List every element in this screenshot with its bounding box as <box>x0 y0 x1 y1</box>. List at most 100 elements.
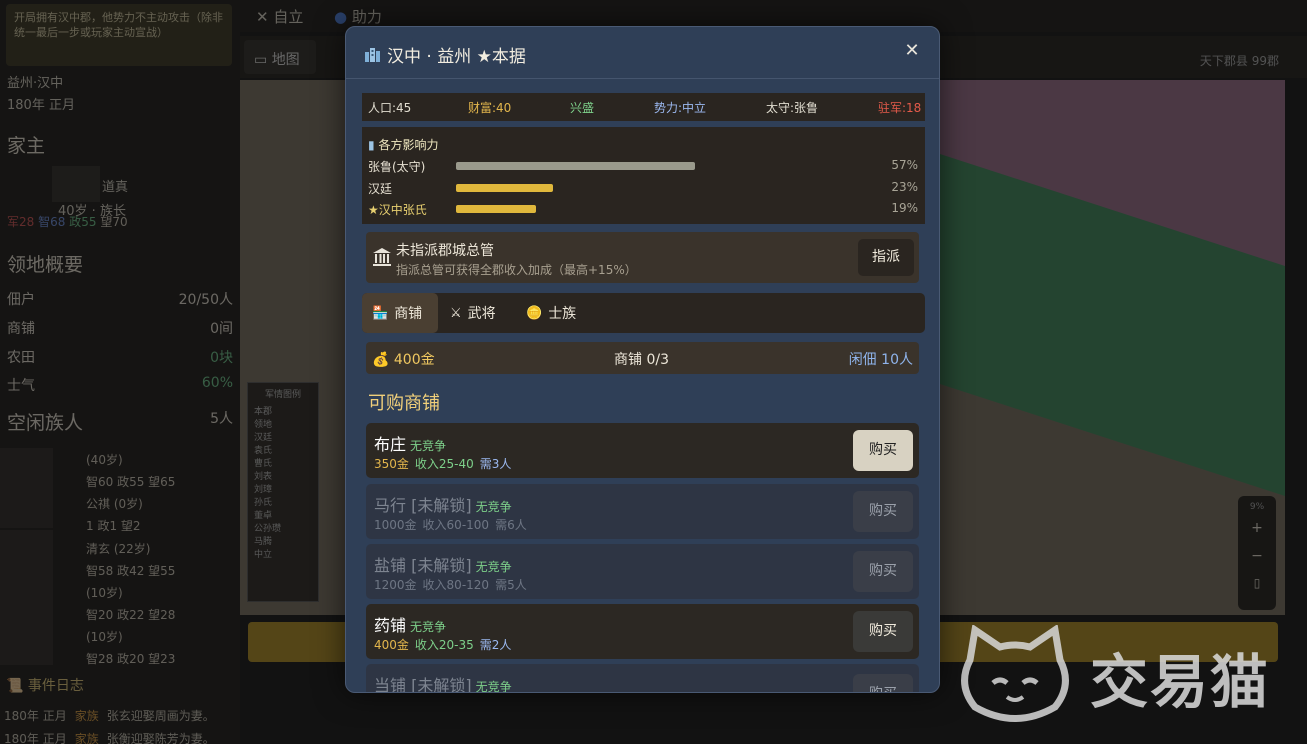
governor-desc: 指派总管可获得全郡收入加成（最高+15%） <box>396 263 637 277</box>
buy-button[interactable]: 购买 <box>853 430 913 471</box>
legend-title: 军情图例 <box>264 390 301 400</box>
dialog-header: 汉中 · 益州 ★本据 ✕ <box>346 27 939 79</box>
city-icon <box>365 48 380 62</box>
member-line: 智28 政20 望23 <box>86 652 176 666</box>
zoom-out-button[interactable]: − <box>1238 548 1276 564</box>
garrison-stat: 驻军:18 <box>878 100 922 115</box>
zoom-level: 9% <box>1249 502 1265 512</box>
city-stats-row: 人口:45 财富:40 兴盛 势力:中立 太守:张鲁 驻军:18 <box>362 93 925 121</box>
tip-box: 开局拥有汉中郡，他势力不主动攻击（除非统一最后一步或玩家主动宣战） <box>6 4 232 66</box>
buy-button[interactable]: 购买 <box>853 674 913 692</box>
governor-panel: 未指派郡城总管 指派总管可获得全郡收入加成（最高+15%） 指派 <box>366 232 919 283</box>
legend-item: 曹氏 <box>254 459 273 469</box>
member-line: 公祺 (0岁) <box>86 497 143 511</box>
member-portrait <box>0 448 53 528</box>
dialog-title: 汉中 · 益州 ★本据 <box>364 42 526 67</box>
legend-item: 公孙瓒 <box>254 524 282 534</box>
tab-gentry[interactable]: 🪙 士族 <box>516 293 586 333</box>
population-stat: 人口:45 <box>368 100 412 115</box>
governor-status: 未指派郡城总管 <box>396 243 494 259</box>
shop-name: 当铺 [未解锁] <box>374 676 472 693</box>
event-log-title: 📜 事件日志 <box>6 678 84 694</box>
member-line: 清玄 (22岁) <box>86 542 151 556</box>
shop-staff: 需3人 <box>479 457 512 471</box>
log-entry: 180年 正月 家族 张衡迎娶陈芳为妻。 <box>4 732 215 744</box>
governor-stat: 太守:张鲁 <box>766 100 819 115</box>
member-line: 1 政1 望2 <box>86 519 141 533</box>
legend-item: 孙氏 <box>254 498 273 508</box>
influence-row: 汉廷 23% <box>368 180 918 196</box>
crossed-swords-icon: ⚔ <box>450 305 462 321</box>
shop-name: 马行 [未解锁] <box>374 496 472 515</box>
legend-item: 马腾 <box>254 537 273 547</box>
avatar <box>52 166 100 202</box>
location-label: 益州·汉中 <box>7 76 64 91</box>
shop-item: 马行 [未解锁] 无竞争 1000金 收入60-100 需6人 购买 <box>366 484 919 539</box>
legend-item: 袁氏 <box>254 446 273 456</box>
influence-title: ▮ 各方影响力 <box>368 138 439 152</box>
buy-button[interactable]: 购买 <box>853 551 913 592</box>
region-count: 天下郡县 99郡 <box>1199 54 1279 68</box>
shop-name: 布庄 <box>374 435 407 454</box>
member-line: 智58 政42 望55 <box>86 564 176 578</box>
buy-button[interactable]: 购买 <box>853 611 913 652</box>
tab-generals[interactable]: ⚔ 武将 <box>440 293 506 333</box>
territory-row: 佃户 20/50人 <box>7 292 233 308</box>
shop-count: 商铺 0/3 <box>614 352 669 368</box>
competition-tag: 无竞争 <box>475 560 512 574</box>
influence-row: ★汉中张氏 19% <box>368 201 918 217</box>
watermark-text: 交易猫 <box>1090 648 1271 716</box>
shop-price: 1000金 <box>374 518 417 532</box>
dialog-tabs: 🏪 商铺 ⚔ 武将 🪙 士族 <box>362 293 925 333</box>
influence-bar-fill <box>456 205 536 213</box>
influence-bar <box>456 162 876 170</box>
competition-tag: 无竞争 <box>475 680 512 693</box>
shop-item: 药铺 无竞争 400金 收入20-35 需2人 购买 <box>366 604 919 659</box>
territory-title: 领地概要 <box>7 254 84 276</box>
territory-row: 士气 60% <box>7 375 233 394</box>
map-legend: 军情图例 本郡 领地 汉廷 袁氏 曹氏 刘表 刘璋 孙氏 董卓 公孙瓒 马腾 中… <box>247 382 319 602</box>
buy-button[interactable]: 购买 <box>853 491 913 532</box>
close-icon[interactable]: ✕ <box>902 41 922 61</box>
wealth-stat: 财富:40 <box>468 100 512 115</box>
legend-item: 本郡 <box>254 407 273 417</box>
legend-item: 汉廷 <box>254 433 273 443</box>
tab-shops[interactable]: 🏪 商铺 <box>362 293 438 333</box>
member-line: (10岁) <box>86 586 123 600</box>
shop-income: 收入60-100 <box>422 518 490 532</box>
shop-icon: 🏪 <box>372 305 389 321</box>
city-dialog: 汉中 · 益州 ★本据 ✕ 人口:45 财富:40 兴盛 势力:中立 太守:张鲁… <box>345 26 940 693</box>
idle-tenants: 闲佃 10人 <box>848 352 913 368</box>
idle-members-header: 空闲族人 5人 <box>7 411 233 434</box>
influence-panel: ▮ 各方影响力 张鲁(太守) 57% 汉廷 23% ★汉中张氏 19% <box>362 127 925 224</box>
competition-tag: 无竞争 <box>410 439 447 453</box>
shop-item: 盐铺 [未解锁] 无竞争 1200金 收入80-120 需5人 购买 <box>366 544 919 599</box>
independence-button[interactable]: ✕ 自立 <box>256 6 303 27</box>
sidebar: 开局拥有汉中郡，他势力不主动攻击（除非统一最后一步或玩家主动宣战） 益州·汉中 … <box>0 0 240 744</box>
bar-chart-icon: ▮ <box>368 138 375 152</box>
member-line: (10岁) <box>86 630 123 644</box>
legend-item: 中立 <box>254 550 273 560</box>
shop-staff: 需5人 <box>495 578 527 592</box>
shop-income: 收入80-120 <box>422 578 490 592</box>
shop-item: 当铺 [未解锁]无竞争 购买 <box>366 664 919 693</box>
assist-button[interactable]: ● 助力 <box>334 6 382 27</box>
date-label: 180年 正月 <box>7 98 75 113</box>
member-portrait <box>0 585 53 665</box>
territory-row: 农田 0块 <box>7 350 233 366</box>
family-head-title: 家主 <box>7 135 46 157</box>
reset-view-icon[interactable]: ▯ <box>1238 576 1276 590</box>
shop-price: 400金 <box>374 638 409 652</box>
influence-bar <box>456 184 876 192</box>
shop-item: 布庄 无竞争 350金 收入25-40 需3人 购买 <box>366 423 919 478</box>
prosperity-stat: 兴盛 <box>570 100 595 115</box>
legend-item: 董卓 <box>254 511 273 521</box>
assign-governor-button[interactable]: 指派 <box>858 239 914 276</box>
shop-staff: 需2人 <box>479 638 512 652</box>
legend-item: 刘璋 <box>254 485 273 495</box>
tab-map[interactable]: ▭ 地图 <box>244 40 316 74</box>
influence-bar <box>456 205 876 213</box>
gold-amount: 💰 400金 <box>372 352 435 368</box>
zoom-in-button[interactable]: + <box>1238 520 1276 536</box>
shop-income: 收入20-35 <box>414 638 474 652</box>
